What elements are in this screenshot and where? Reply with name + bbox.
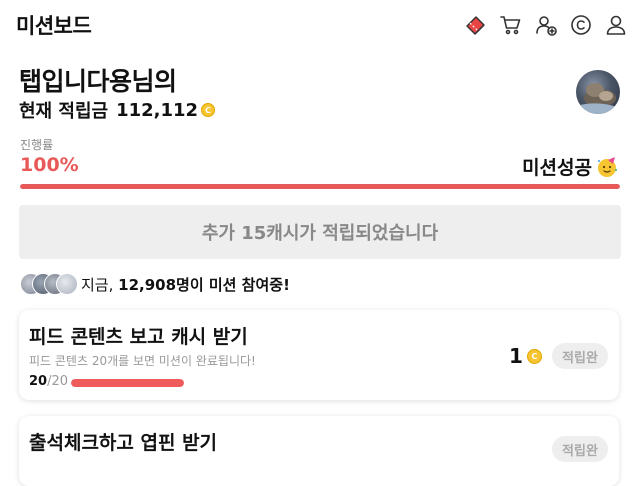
progress-percent: 100% [20, 154, 79, 176]
progress-bar [20, 184, 620, 189]
points-value: 112,112 [116, 99, 199, 121]
points-label: 현재 적립금 [19, 101, 109, 122]
page-title: 미션보드 [16, 14, 92, 38]
mission-card[interactable]: 출석체크하고 엽핀 받기 적립완 [19, 416, 619, 486]
participants-suffix: 이 미션 참여중! [189, 275, 290, 294]
coin-icon: C [201, 103, 216, 117]
participants-text: 지금, 12,908명이 미션 참여중! [81, 274, 290, 295]
participants-prefix: 지금, [81, 275, 119, 294]
mission-progress-bar [71, 379, 184, 387]
mission-description: 피드 콘텐츠 20개를 보면 미션이 완료됩니다! [29, 354, 256, 368]
reward-banner: 추가 15캐시가 적립되었습니다 [19, 205, 621, 259]
mission-reward: 1 C [509, 344, 542, 368]
mission-progress-total: /20 [47, 374, 69, 389]
participants-row: 지금, 12,908명이 미션 참여중! [20, 272, 290, 296]
coin-icon: C [526, 348, 542, 364]
mission-progress-current: 20 [29, 374, 48, 389]
progress-label: 진행률 [20, 138, 54, 152]
ticket-icon[interactable] [464, 13, 488, 37]
participant-avatars [20, 273, 78, 295]
mission-card[interactable]: 피드 콘텐츠 보고 캐시 받기 피드 콘텐츠 20개를 보면 미션이 완료됩니다… [19, 310, 619, 400]
header: 미션보드 [0, 0, 640, 52]
header-icons [464, 13, 628, 37]
participant-avatar [56, 273, 78, 295]
mission-status: 미션성공 [522, 153, 618, 180]
party-face-icon [596, 156, 618, 178]
mission-title: 피드 콘텐츠 보고 캐시 받기 [29, 326, 248, 348]
avatar[interactable] [576, 70, 620, 114]
mission-status-button[interactable]: 적립완 [552, 343, 608, 369]
mission-progress-fill [71, 379, 184, 387]
mission-title: 출석체크하고 엽핀 받기 [29, 432, 218, 454]
mission-progress-count: 20/20 [29, 374, 68, 389]
mission-reward-value: 1 [509, 344, 523, 368]
cash-icon[interactable] [569, 13, 593, 37]
user-name: 탭입니다용님의 [19, 67, 177, 96]
add-user-icon[interactable] [534, 13, 558, 37]
progress-bar-fill [20, 184, 620, 189]
points-summary: 현재 적립금 112,112 C [19, 97, 216, 123]
participants-count: 12,908명 [118, 275, 190, 294]
cart-icon[interactable] [499, 13, 523, 37]
profile-icon[interactable] [604, 13, 628, 37]
mission-status-text: 미션성공 [522, 157, 592, 179]
